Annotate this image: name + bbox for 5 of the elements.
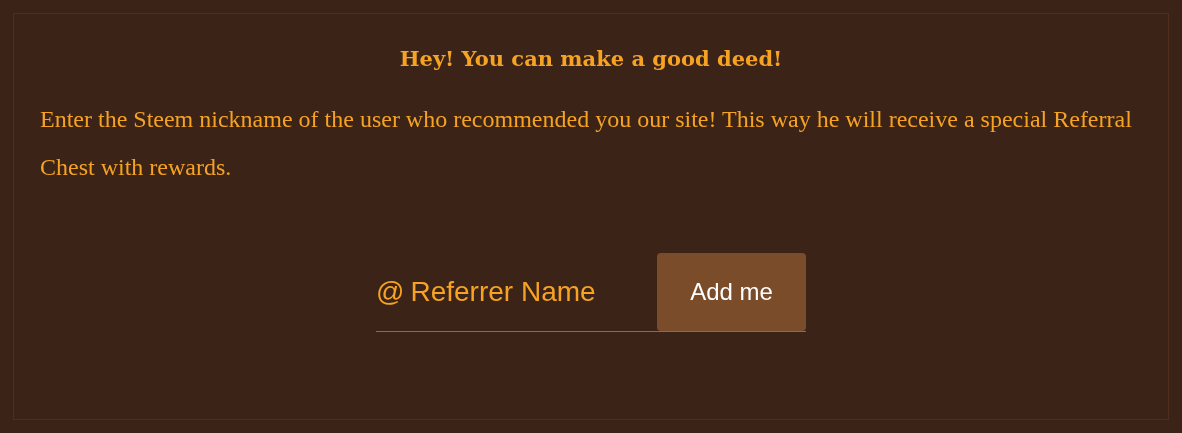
at-prefix: @ [376,276,406,308]
description: Enter the Steem nickname of the user who recommended you our site! This way he will receive a special Referral Chest with rewards. [40,105,1133,182]
add-me-button[interactable]: Add me [657,253,806,331]
referrer-input-field[interactable]: Referrer Name [410,254,657,330]
heading: Hey! You can make a good deed! [399,46,783,71]
